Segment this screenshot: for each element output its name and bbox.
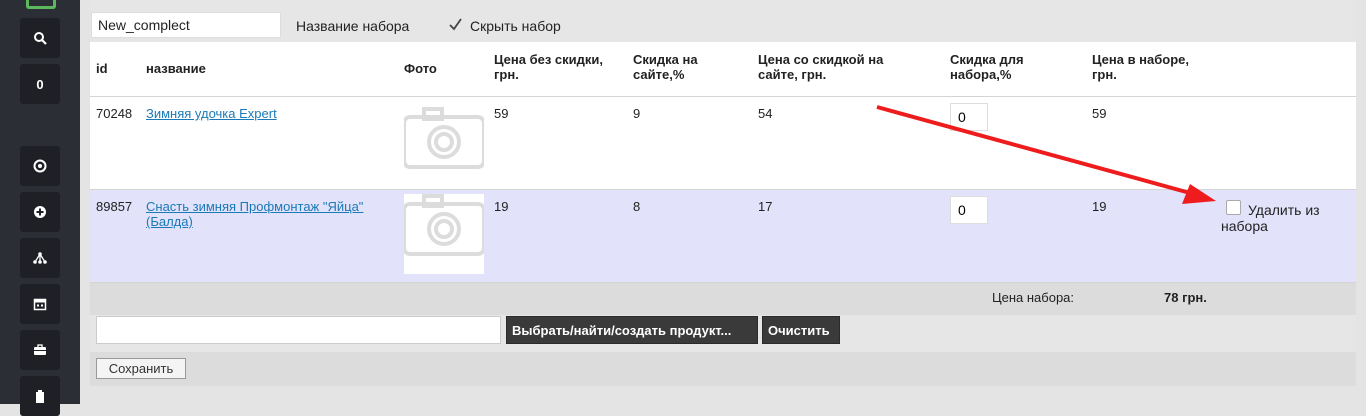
counter-button[interactable]: 0 (20, 64, 60, 104)
product-link[interactable]: Снасть зимняя Профмонтаж "Яйца" (Балда) (146, 199, 363, 229)
briefcase-icon (34, 344, 46, 355)
cell-name: Снасть зимняя Профмонтаж "Яйца" (Балда) (146, 199, 391, 229)
hide-set-checkbox[interactable] (447, 16, 464, 33)
add-button[interactable] (20, 192, 60, 232)
cell-price: 19 (494, 199, 509, 214)
cell-set-price: 19 (1092, 199, 1107, 214)
header-photo: Фото (404, 61, 437, 76)
set-name-label: Название набора (296, 18, 410, 34)
product-photo (402, 194, 486, 274)
product-search-input[interactable] (96, 316, 501, 344)
cell-set-price: 59 (1092, 106, 1107, 121)
header-discounted-price: Цена со скидкой на сайте, грн. (758, 52, 884, 82)
set-total-value: 78 грн. (1164, 290, 1207, 305)
set-name-input[interactable] (91, 12, 281, 38)
calendar-icon (33, 298, 47, 311)
header-price: Цена без скидки, грн. (494, 52, 604, 82)
save-bar: Сохранить (90, 352, 1356, 386)
set-table: id название Фото Цена без скидки, грн. С… (90, 42, 1356, 315)
cell-price: 59 (494, 106, 509, 121)
cell-discounted-price: 54 (758, 106, 773, 121)
header-name: название (146, 61, 206, 76)
sidebar: 0 (0, 0, 80, 416)
calendar-button[interactable] (20, 284, 60, 324)
cell-site-discount: 9 (633, 106, 641, 121)
clear-button[interactable]: Очистить (762, 316, 840, 344)
remove-from-set[interactable]: Удалить из набора (1221, 200, 1331, 234)
hide-set-label: Скрыть набор (470, 18, 561, 34)
camera-icon (402, 194, 486, 256)
sitemap-icon (33, 252, 47, 264)
header-id: id (96, 61, 108, 76)
cell-id: 70248 (96, 106, 133, 121)
set-total-label: Цена набора: (992, 290, 1075, 305)
camera-icon (402, 107, 486, 169)
main-panel: Название набора Скрыть набор id название… (90, 0, 1356, 386)
search-button[interactable] (20, 18, 60, 58)
save-button[interactable]: Сохранить (96, 358, 186, 379)
table-header: id название Фото Цена без скидки, грн. С… (90, 42, 1356, 97)
clipboard-button[interactable] (20, 376, 60, 416)
structure-button[interactable] (20, 238, 60, 278)
table-row: 89857 Снасть зимняя Профмонтаж "Яйца" (Б… (90, 190, 1356, 283)
product-link[interactable]: Зимняя удочка Expert (146, 106, 277, 121)
set-discount-input[interactable] (950, 196, 988, 224)
table-row: 70248 Зимняя удочка Expert 59 9 54 59 (90, 97, 1356, 190)
cell-discounted-price: 17 (758, 199, 773, 214)
cell-site-discount: 8 (633, 199, 641, 214)
header-set-price: Цена в наборе, грн. (1092, 52, 1190, 82)
product-photo (402, 107, 486, 181)
remove-checkbox[interactable] (1226, 200, 1241, 215)
product-picker: Выбрать/найти/создать продукт... Очистит… (90, 310, 1356, 350)
portfolio-button[interactable] (20, 330, 60, 370)
cell-name: Зимняя удочка Expert (146, 106, 277, 121)
set-header: Название набора Скрыть набор (90, 10, 1356, 42)
counter-label: 0 (36, 76, 44, 92)
search-icon (34, 32, 47, 45)
support-button[interactable] (20, 146, 60, 186)
select-product-button[interactable]: Выбрать/найти/создать продукт... (506, 316, 758, 344)
cell-id: 89857 (96, 199, 133, 214)
header-site-discount: Скидка на сайте,% (633, 52, 698, 82)
logo-icon[interactable] (26, 0, 56, 9)
set-discount-input[interactable] (950, 103, 988, 131)
header-set-discount: Скидка для набора,% (950, 52, 1024, 82)
lifebuoy-icon (33, 159, 47, 173)
plus-circle-icon (34, 206, 46, 218)
clipboard-icon (36, 390, 44, 403)
